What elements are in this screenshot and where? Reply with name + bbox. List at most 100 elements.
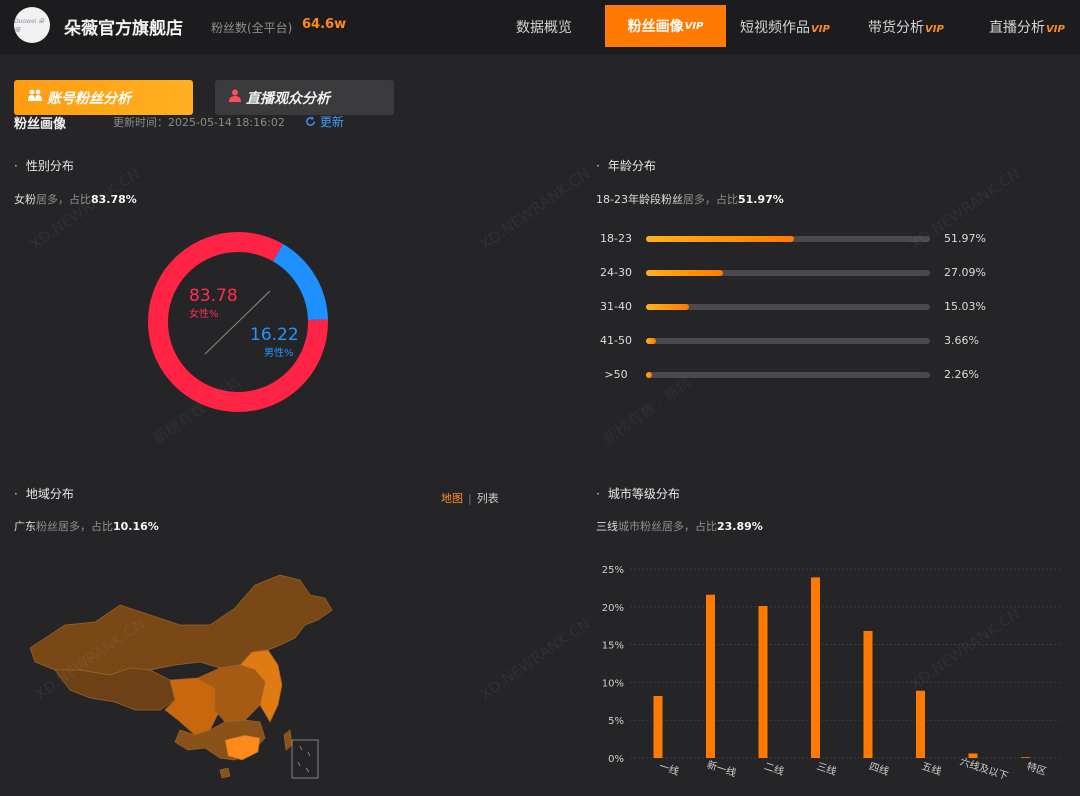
watermark: 新榜有数 · 新抖 — [599, 373, 696, 449]
y-tick-label: 20% — [602, 603, 624, 614]
age-row: 31-40 15.03% — [596, 300, 1016, 314]
age-track — [646, 270, 930, 276]
shop-logo: Duowei 朵薇 — [14, 7, 50, 43]
map-region-north — [29, 574, 333, 676]
age-track — [646, 372, 930, 378]
tab-account-fans[interactable]: 账号粉丝分析 — [14, 80, 193, 115]
age-fill — [646, 338, 657, 344]
age-track — [646, 338, 930, 344]
city-summary: 三线城市粉丝居多，占比23.89% — [596, 518, 763, 534]
x-tick-label: 四线 — [868, 759, 891, 778]
update-time: 更新时间：2025-05-14 18:16:02 — [113, 116, 285, 129]
china-region-map[interactable] — [20, 570, 340, 785]
tab-label: 账号粉丝分析 — [47, 90, 131, 107]
watermark: XD.NEWRANK.CN — [476, 614, 594, 704]
age-row: 24-30 27.09% — [596, 266, 1016, 280]
summary-mid: 城市粉丝居多，占比 — [618, 520, 717, 533]
y-tick-label: 10% — [602, 678, 624, 689]
vip-badge: VIP — [811, 24, 830, 35]
fans-count-value: 64.6w — [302, 17, 347, 32]
map-region-hainan — [219, 767, 231, 779]
y-tick-label: 5% — [608, 716, 624, 727]
age-track — [646, 304, 930, 310]
age-track — [646, 236, 930, 242]
bar — [758, 606, 768, 758]
nav-short-videos[interactable]: 短视频作品VIP — [740, 17, 830, 37]
summary-mid: 居多，占比 — [682, 193, 738, 206]
bar — [1021, 757, 1030, 758]
summary-value: 23.89% — [717, 520, 763, 533]
summary-lead: 女粉 — [14, 193, 36, 206]
female-label: 女性% — [189, 309, 219, 320]
map-region-west — [54, 667, 176, 711]
age-fill — [646, 304, 689, 310]
x-tick-label: 特区 — [1025, 760, 1048, 778]
section-title: 粉丝画像 — [14, 117, 67, 132]
user-icon — [229, 89, 241, 106]
nav-data-overview[interactable]: 数据概览 — [516, 17, 572, 37]
region-title: 地域分布 — [14, 485, 74, 502]
toggle-map[interactable]: 地图 — [441, 492, 463, 505]
nav-label: 短视频作品 — [740, 20, 810, 36]
age-label: 24-30 — [600, 266, 632, 279]
city-title: 城市等级分布 — [596, 485, 680, 502]
bar — [968, 753, 978, 758]
age-fill — [646, 372, 653, 378]
nav-fans-portrait[interactable]: 粉丝画像 VIP — [605, 5, 726, 47]
south-sea-islands — [297, 745, 311, 773]
x-tick-label: 六线及以下 — [958, 755, 1010, 783]
age-value: 2.26% — [944, 368, 979, 381]
y-tick-label: 25% — [602, 565, 624, 576]
age-row: >50 2.26% — [596, 368, 1016, 382]
nav-label: 直播分析 — [989, 20, 1045, 36]
age-value: 27.09% — [944, 266, 986, 279]
toggle-list[interactable]: 列表 — [477, 492, 499, 505]
summary-lead: 广东 — [14, 520, 36, 533]
summary-value: 51.97% — [737, 193, 784, 206]
gender-title: 性别分布 — [14, 157, 74, 174]
refresh-button[interactable]: 更新 — [305, 113, 344, 130]
map-region-taiwan — [283, 729, 293, 751]
summary-value: 10.16% — [113, 520, 159, 533]
city-level-bar-chart: 0% 5% 10% 15% 20% 25% 一线 新一线 二线 三线 四线 五线 六线及以下 特区 — [602, 565, 1060, 783]
age-value: 51.97% — [944, 232, 986, 245]
map-region-southwest — [164, 677, 221, 736]
y-tick-label: 15% — [602, 641, 624, 652]
people-icon — [28, 89, 42, 106]
male-slice — [272, 244, 328, 321]
refresh-label: 更新 — [319, 115, 344, 129]
age-value: 3.66% — [944, 334, 979, 347]
age-summary: 18-23年龄段粉丝居多，占比51.97% — [596, 191, 784, 207]
age-title: 年龄分布 — [596, 157, 656, 174]
x-tick-label: 五线 — [920, 759, 943, 778]
summary-lead: 18-23年龄段粉丝 — [596, 193, 683, 206]
bar — [653, 696, 663, 758]
nav-label: 带货分析 — [868, 20, 924, 36]
y-tick-label: 0% — [608, 754, 624, 765]
bar — [863, 630, 873, 758]
region-summary: 广东粉丝居多，占比10.16% — [14, 518, 159, 534]
age-label: 31-40 — [600, 300, 632, 313]
map-region-guangdong — [224, 734, 261, 761]
summary-value: 83.78% — [91, 193, 137, 206]
x-tick-label: 二线 — [763, 759, 786, 778]
age-fill — [646, 236, 794, 242]
gender-summary: 女粉居多，占比83.78% — [14, 191, 137, 207]
nav-label: 粉丝画像 — [627, 19, 684, 35]
age-label: 18-23 — [600, 232, 632, 245]
map-list-toggle: 地图 | 列表 — [441, 490, 499, 506]
tab-live-audience[interactable]: 直播观众分析 — [215, 80, 394, 115]
age-fill — [646, 270, 723, 276]
nav-sales-analysis[interactable]: 带货分析VIP — [868, 17, 944, 37]
vip-badge: VIP — [925, 24, 944, 35]
female-value: 83.78 — [189, 286, 238, 306]
x-tick-label: 三线 — [815, 759, 838, 778]
nav-live-analysis[interactable]: 直播分析VIP — [989, 17, 1065, 37]
age-row: 41-50 3.66% — [596, 334, 1016, 348]
south-sea-inset — [291, 739, 319, 779]
x-tick-label: 一线 — [658, 759, 681, 778]
male-value: 16.22 — [250, 325, 299, 345]
age-row: 18-23 51.97% — [596, 232, 1016, 246]
age-value: 15.03% — [944, 300, 986, 313]
age-label: 41-50 — [600, 334, 632, 347]
